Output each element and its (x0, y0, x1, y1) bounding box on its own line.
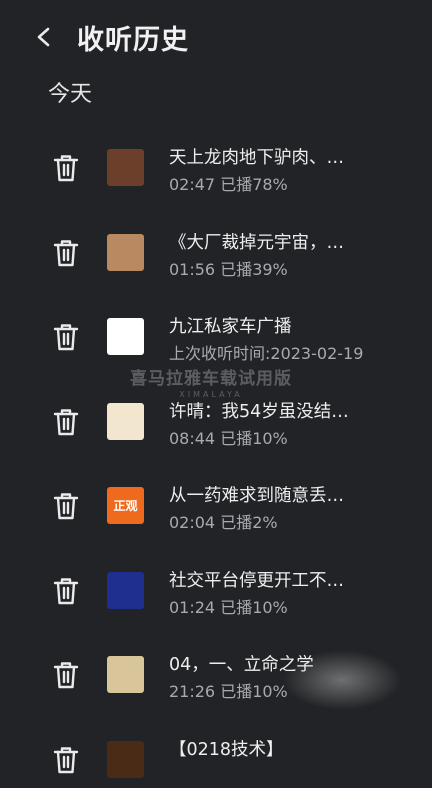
history-item[interactable]: 正观 从一药难求到随意丢…02:04 已播2% (0, 450, 432, 535)
trash-icon[interactable] (50, 236, 82, 270)
history-item[interactable]: 社交平台停更开工不…01:24 已播10% (0, 535, 432, 620)
trash-icon[interactable] (50, 320, 82, 354)
trash-icon[interactable] (50, 151, 82, 185)
item-title: 天上龙肉地下驴肉、… (169, 144, 384, 169)
item-progress: 01:56 已播39% (169, 256, 288, 280)
item-title: 许晴：我54岁虽没结… (169, 398, 384, 423)
item-progress: 02:04 已播2% (169, 509, 278, 533)
history-item[interactable]: 【0218技术】 (0, 704, 432, 788)
trash-icon[interactable] (50, 489, 82, 523)
album-cover (107, 403, 144, 440)
album-cover (107, 656, 144, 693)
album-cover (107, 234, 144, 271)
item-title: 从一药难求到随意丢… (169, 482, 384, 507)
item-progress: 上次收听时间:2023-02-19 (169, 340, 363, 364)
item-title: 【0218技术】 (169, 736, 384, 761)
history-item[interactable]: 许晴：我54岁虽没结…08:44 已播10% (0, 366, 432, 451)
history-item[interactable]: 九江私家车广播上次收听时间:2023-02-19 (0, 281, 432, 366)
trash-icon[interactable] (50, 743, 82, 777)
item-title: 社交平台停更开工不… (169, 567, 384, 592)
trash-icon[interactable] (50, 405, 82, 439)
section-header-today: 今天 (48, 76, 92, 108)
album-cover (107, 572, 144, 609)
header: 收听历史 (0, 0, 432, 74)
album-cover: 正观 (107, 487, 144, 524)
page-title: 收听历史 (77, 18, 189, 57)
history-item[interactable]: 《大厂裁掉元宇宙，…01:56 已播39% (0, 197, 432, 282)
item-title: 九江私家车广播 (169, 313, 384, 338)
item-progress: 08:44 已播10% (169, 425, 288, 449)
item-progress: 02:47 已播78% (169, 171, 288, 195)
history-item[interactable]: 天上龙肉地下驴肉、…02:47 已播78% (0, 112, 432, 197)
item-progress: 01:24 已播10% (169, 594, 288, 618)
album-cover (107, 318, 144, 355)
cover-label: 正观 (107, 500, 144, 512)
album-cover (107, 149, 144, 186)
trash-icon[interactable] (50, 658, 82, 692)
album-cover (107, 741, 144, 778)
corner-glow (282, 650, 402, 710)
back-arrow-icon[interactable] (28, 20, 60, 54)
trash-icon[interactable] (50, 574, 82, 608)
item-title: 《大厂裁掉元宇宙，… (169, 229, 384, 254)
item-progress: 21:26 已播10% (169, 678, 288, 702)
